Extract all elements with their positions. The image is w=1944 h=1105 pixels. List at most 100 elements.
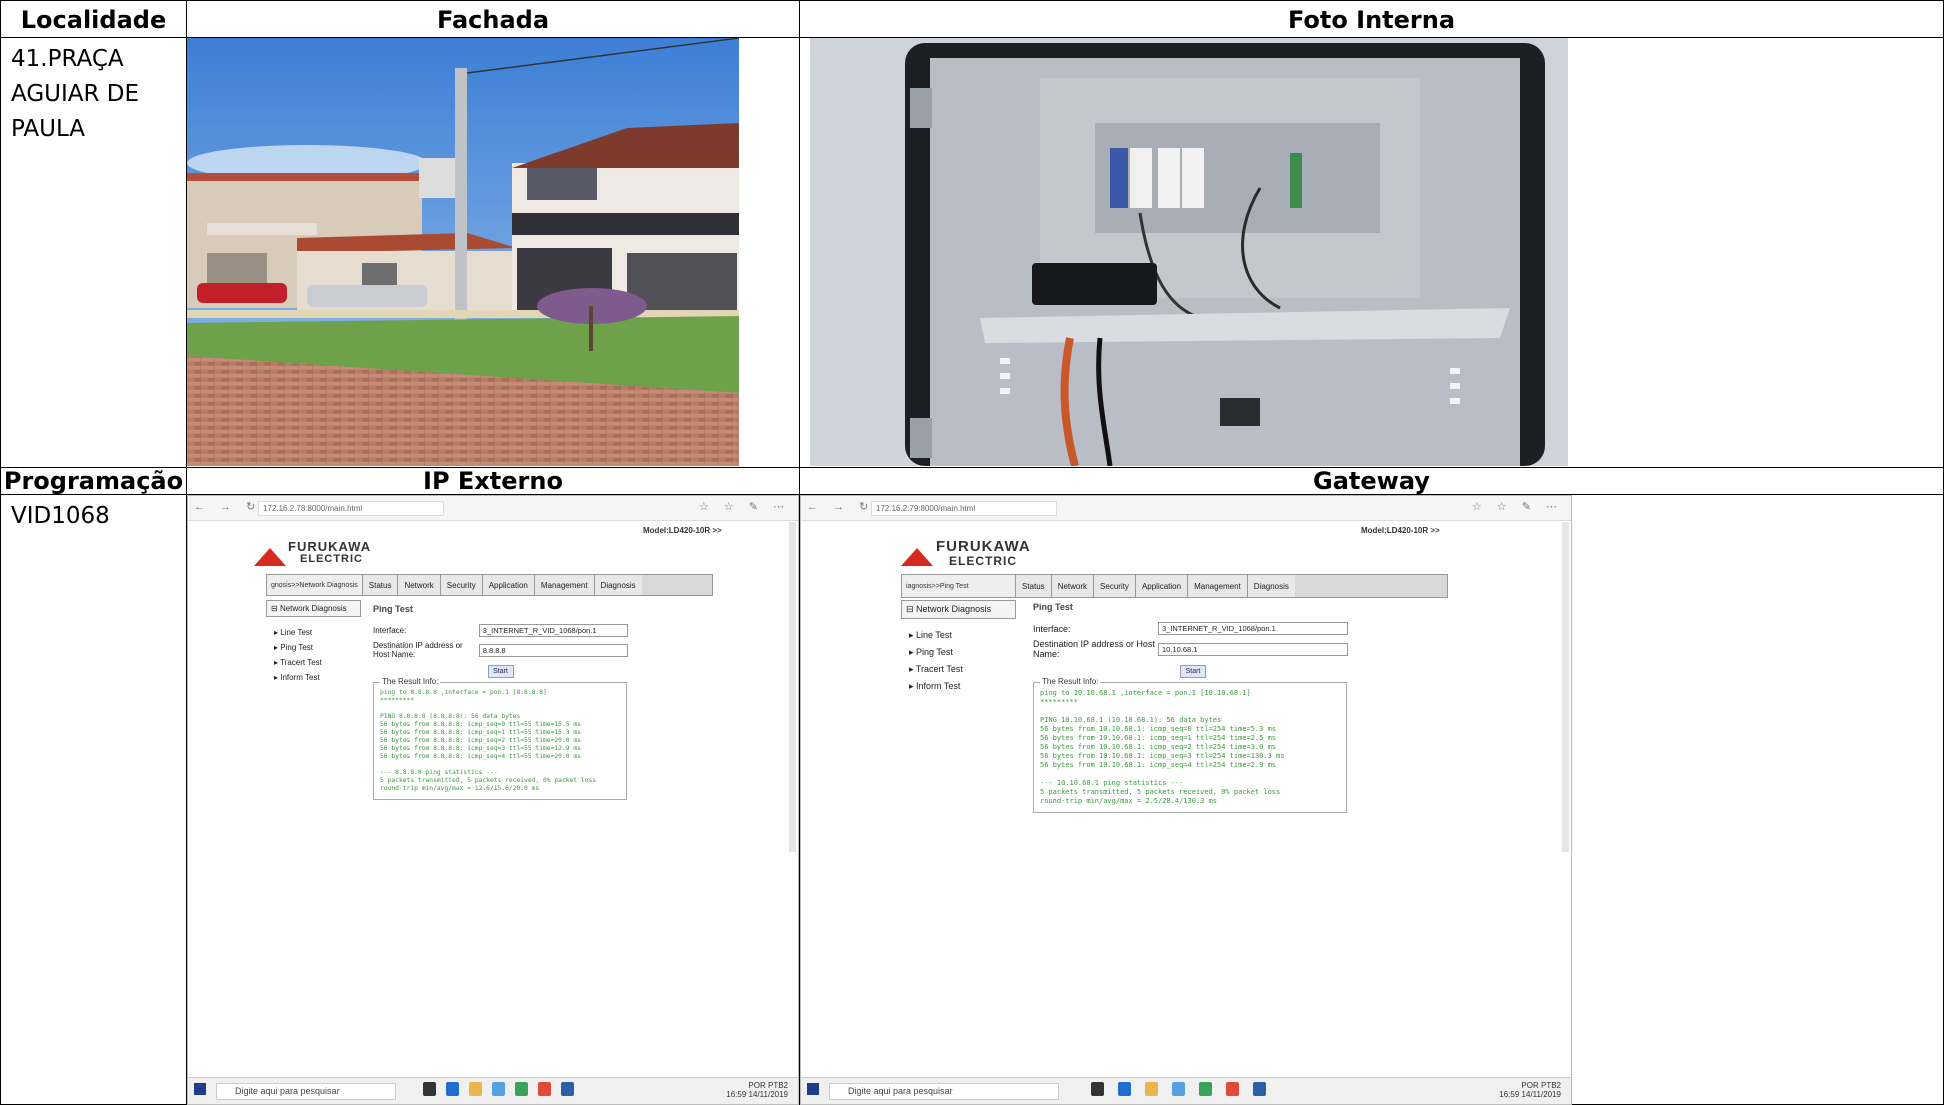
tab-application[interactable]: Application [481, 575, 534, 595]
header-localidade: Localidade [0, 0, 187, 38]
scrollbar[interactable] [1562, 522, 1569, 852]
app-icon-2[interactable] [561, 1082, 574, 1096]
side-nav-head[interactable]: ⊟ Network Diagnosis [266, 600, 361, 617]
taskbar-apps [1091, 1082, 1266, 1096]
gateway-cell: ← → ↻ ⌂ 172.16.2.79:8000/main.html ☆ ☆ ✎… [799, 494, 1944, 1105]
address-bar[interactable]: 172.16.2.79:8000/main.html [871, 501, 1057, 516]
ping-content: Ping Test Interface: 3_INTERNET_R_VID_10… [1033, 602, 1353, 813]
gateway-screenshot: ← → ↻ ⌂ 172.16.2.79:8000/main.html ☆ ☆ ✎… [800, 495, 1572, 1105]
edge-icon[interactable] [446, 1082, 459, 1096]
tray-time: 16:59 [1499, 1090, 1520, 1099]
logo-line-1: FURUKAWA [288, 539, 372, 554]
browser-tool-icons[interactable]: ☆ ☆ ✎ ⋯ [699, 500, 790, 513]
model-label: Model:LD420-10R >> [1361, 526, 1440, 535]
ip-externo-cell: ← → ↻ ⌂ 172.16.2.78:8000/main.html ☆ ☆ ✎… [186, 494, 800, 1105]
start-button[interactable]: Start [487, 665, 514, 678]
logo-line-2: ELECTRIC [949, 554, 1017, 568]
breadcrumb: iagnosis>>Ping Test [902, 575, 1015, 597]
interface-select[interactable]: 3_INTERNET_R_VID_1068/pon.1 [478, 624, 628, 637]
destination-row: Destination IP address or Host Name: 10.… [1033, 639, 1353, 659]
side-item-inform-test[interactable]: ▸ Inform Test [901, 678, 1016, 695]
header-foto-interna: Foto Interna [799, 0, 1944, 38]
fachada-photo [187, 38, 739, 466]
localidade-line-3: PAULA [11, 116, 86, 142]
ip-externo-screenshot: ← → ↻ ⌂ 172.16.2.78:8000/main.html ☆ ☆ ✎… [187, 495, 799, 1105]
side-nav: ⊟ Network Diagnosis ▸ Line Test ▸ Ping T… [901, 600, 1016, 695]
windows-start-icon[interactable] [807, 1083, 819, 1095]
chrome-icon[interactable] [538, 1082, 551, 1096]
tray-lang: POR PTB2 [1521, 1081, 1561, 1090]
windows-start-icon[interactable] [194, 1083, 206, 1095]
tab-application[interactable]: Application [1134, 575, 1188, 597]
chrome-icon[interactable] [1226, 1082, 1239, 1096]
tab-status[interactable]: Status [1015, 575, 1051, 597]
edge-icon[interactable] [1118, 1082, 1131, 1096]
page-title: Ping Test [1033, 602, 1073, 612]
side-nav-head[interactable]: ⊟ Network Diagnosis [901, 600, 1016, 619]
taskbar-apps [423, 1082, 574, 1096]
tray-lang: POR PTB2 [748, 1081, 788, 1090]
localidade-line-1: 41.PRAÇA [11, 46, 124, 72]
tab-diagnosis[interactable]: Diagnosis [593, 575, 642, 595]
tab-network[interactable]: Network [1050, 575, 1094, 597]
header-programacao: Programação [0, 467, 187, 495]
tray-date: 14/11/2019 [748, 1090, 788, 1099]
localidade-cell: 41.PRAÇA AGUIAR DE PAULA [0, 37, 187, 468]
app-icon-2[interactable] [1253, 1082, 1266, 1096]
side-item-tracert-test[interactable]: ▸ Tracert Test [266, 655, 361, 670]
destination-input[interactable]: 8.8.8.8 [478, 643, 628, 657]
interface-select[interactable]: 3_INTERNET_R_VID_1068/pon.1 [1158, 622, 1348, 635]
menu-bar: gnosis>>Network Diagnosis Status Network… [266, 574, 713, 596]
side-item-line-test[interactable]: ▸ Line Test [266, 625, 361, 640]
page-title: Ping Test [373, 604, 413, 614]
app-icon[interactable] [1199, 1082, 1212, 1096]
side-item-line-test[interactable]: ▸ Line Test [901, 627, 1016, 644]
tab-status[interactable]: Status [361, 575, 398, 595]
result-text: ping to 10.10.68.1 ,interface = pon.1 [1… [1040, 689, 1285, 805]
tray-date: 14/11/2019 [1521, 1090, 1561, 1099]
programacao-cell: VID1068 [0, 494, 187, 1105]
tab-network[interactable]: Network [397, 575, 440, 595]
browser-tool-icons[interactable]: ☆ ☆ ✎ ⋯ [1472, 500, 1563, 513]
tab-diagnosis[interactable]: Diagnosis [1246, 575, 1295, 597]
start-button[interactable]: Start [1180, 665, 1206, 678]
localidade-line-2: AGUIAR DE [11, 81, 140, 107]
ping-content: Ping Test Interface: 3_INTERNET_R_VID_10… [373, 604, 628, 800]
explorer-icon[interactable] [469, 1082, 482, 1096]
side-item-inform-test[interactable]: ▸ Inform Test [266, 670, 361, 685]
tab-security[interactable]: Security [439, 575, 482, 595]
result-box: The Result Info: ping to 10.10.68.1 ,int… [1033, 677, 1347, 813]
store-icon[interactable] [1172, 1082, 1185, 1096]
app-icon[interactable] [515, 1082, 528, 1096]
interface-row: Interface: 3_INTERNET_R_VID_1068/pon.1 [1033, 622, 1353, 635]
taskbar-search[interactable]: Digite aqui para pesquisar [829, 1083, 1059, 1100]
task-view-icon[interactable] [423, 1082, 436, 1096]
breadcrumb: gnosis>>Network Diagnosis [267, 575, 362, 595]
result-legend: The Result Info: [380, 677, 441, 686]
tab-management[interactable]: Management [1187, 575, 1247, 597]
scrollbar[interactable] [789, 522, 796, 852]
programacao-value: VID1068 [11, 503, 110, 529]
task-view-icon[interactable] [1091, 1082, 1104, 1096]
address-bar[interactable]: 172.16.2.78:8000/main.html [258, 501, 444, 516]
header-fachada: Fachada [186, 0, 800, 38]
explorer-icon[interactable] [1145, 1082, 1158, 1096]
document-table: Localidade Fachada Foto Interna 41.PRAÇA… [0, 0, 1944, 1105]
side-item-ping-test[interactable]: ▸ Ping Test [266, 640, 361, 655]
tab-security[interactable]: Security [1093, 575, 1135, 597]
furukawa-logo-icon [901, 548, 933, 566]
side-item-ping-test[interactable]: ▸ Ping Test [901, 644, 1016, 661]
destination-input[interactable]: 10.10.68.1 [1158, 642, 1348, 656]
browser-bar: ← → ↻ ⌂ 172.16.2.78:8000/main.html ☆ ☆ ✎… [188, 496, 798, 521]
foto-interna-cell [799, 37, 1944, 468]
taskbar-search[interactable]: Digite aqui para pesquisar [216, 1083, 396, 1100]
tab-management[interactable]: Management [533, 575, 594, 595]
menu-bar: iagnosis>>Ping Test Status Network Secur… [901, 574, 1448, 598]
store-icon[interactable] [492, 1082, 505, 1096]
interface-label: Interface: [1033, 623, 1071, 634]
logo-line-2: ELECTRIC [300, 553, 363, 565]
side-nav: ⊟ Network Diagnosis ▸ Line Test ▸ Ping T… [266, 600, 361, 685]
side-item-tracert-test[interactable]: ▸ Tracert Test [901, 661, 1016, 678]
fachada-cell [186, 37, 800, 468]
header-ip-externo: IP Externo [186, 467, 800, 495]
